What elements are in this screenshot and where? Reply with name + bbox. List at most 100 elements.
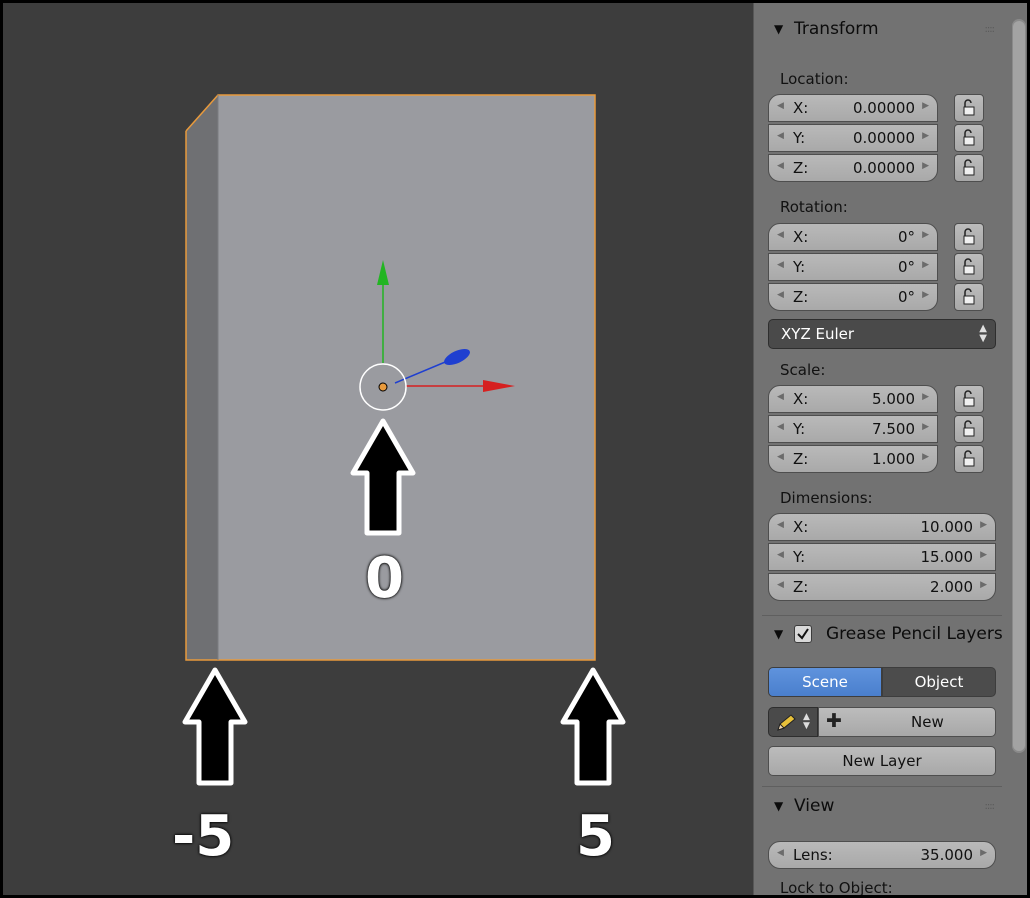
- scale-x-value: 5.000: [872, 390, 915, 408]
- right-arrow-icon[interactable]: ▶: [922, 101, 929, 111]
- right-arrow-icon[interactable]: ▶: [922, 161, 929, 171]
- left-arrow-icon[interactable]: ◀: [777, 550, 784, 560]
- location-x-value: 0.00000: [852, 99, 915, 117]
- grip-icon[interactable]: ::::: [985, 801, 996, 812]
- left-arrow-icon[interactable]: ◀: [777, 101, 784, 111]
- origin-dot: [378, 382, 388, 392]
- rotation-x-axis: X:: [793, 228, 809, 246]
- right-arrow-icon[interactable]: ▶: [922, 290, 929, 300]
- dimensions-z-axis: Z:: [793, 578, 809, 596]
- rotation-z-axis: Z:: [793, 288, 809, 306]
- right-arrow-icon[interactable]: ▶: [922, 131, 929, 141]
- location-y-value: 0.00000: [852, 129, 915, 147]
- scale-x-axis: X:: [793, 390, 809, 408]
- left-arrow-icon[interactable]: ◀: [777, 131, 784, 141]
- annotation-arrow-left: [182, 667, 248, 786]
- lock-location-y-button[interactable]: [954, 124, 984, 152]
- triangle-down-icon: ▼: [774, 22, 784, 36]
- new-grease-pencil-button[interactable]: New: [818, 707, 996, 737]
- lock-icon: [963, 228, 975, 245]
- lock-icon: [963, 390, 975, 407]
- lock-location-z-button[interactable]: [954, 154, 984, 182]
- grease-pencil-title: Grease Pencil Layers: [826, 624, 1003, 644]
- rotation-mode-value: XYZ Euler: [781, 325, 855, 343]
- location-z-field[interactable]: ◀ Z: 0.00000 ▶: [768, 154, 938, 182]
- dimensions-y-value: 15.000: [920, 548, 974, 566]
- left-arrow-icon[interactable]: ◀: [777, 848, 784, 858]
- rotation-z-field[interactable]: ◀ Z: 0° ▶: [768, 283, 938, 311]
- rotation-x-field[interactable]: ◀ X: 0° ▶: [768, 223, 938, 251]
- right-arrow-icon[interactable]: ▶: [980, 580, 987, 590]
- lens-value: 35.000: [920, 846, 974, 864]
- lock-scale-x-button[interactable]: [954, 385, 984, 413]
- lock-rotation-z-button[interactable]: [954, 283, 984, 311]
- right-arrow-icon[interactable]: ▶: [922, 230, 929, 240]
- scale-z-field[interactable]: ◀ Z: 1.000 ▶: [768, 445, 938, 473]
- 3d-viewport[interactable]: 0 -5 5: [3, 3, 753, 898]
- dimensions-x-value: 10.000: [920, 518, 974, 536]
- lock-rotation-y-button[interactable]: [954, 253, 984, 281]
- transform-panel-header[interactable]: ▼ Transform ::::: [754, 15, 1004, 45]
- lock-icon: [963, 288, 975, 305]
- left-arrow-icon[interactable]: ◀: [777, 422, 784, 432]
- lens-field[interactable]: ◀ Lens: 35.000 ▶: [768, 841, 996, 869]
- right-arrow-icon[interactable]: ▶: [922, 422, 929, 432]
- location-z-value: 0.00000: [852, 159, 915, 177]
- new-button-label: New: [911, 713, 944, 731]
- grease-pencil-panel-header[interactable]: ▼ Grease Pencil Layers: [754, 620, 1004, 650]
- scale-z-value: 1.000: [872, 450, 915, 468]
- plus-icon: ✚: [826, 710, 842, 732]
- left-arrow-icon[interactable]: ◀: [777, 392, 784, 402]
- right-arrow-icon[interactable]: ▶: [980, 520, 987, 530]
- right-arrow-icon[interactable]: ▶: [922, 392, 929, 402]
- lock-rotation-x-button[interactable]: [954, 223, 984, 251]
- viewport-canvas[interactable]: [3, 3, 753, 898]
- right-arrow-icon[interactable]: ▶: [980, 848, 987, 858]
- view-title: View: [794, 796, 835, 816]
- tab-object[interactable]: Object: [882, 667, 996, 697]
- updown-chevron-icon: ▲ ▼: [979, 323, 987, 344]
- scale-label: Scale:: [780, 361, 826, 379]
- left-arrow-icon[interactable]: ◀: [777, 260, 784, 270]
- left-arrow-icon[interactable]: ◀: [777, 580, 784, 590]
- scale-x-field[interactable]: ◀ X: 5.000 ▶: [768, 385, 938, 413]
- tab-scene[interactable]: Scene: [768, 667, 882, 697]
- grip-icon[interactable]: ::::: [985, 24, 996, 35]
- right-arrow-icon[interactable]: ▶: [980, 550, 987, 560]
- rotation-mode-dropdown[interactable]: XYZ Euler ▲ ▼: [768, 319, 996, 349]
- scrollbar-thumb[interactable]: [1013, 21, 1025, 751]
- lock-icon: [963, 129, 975, 146]
- properties-side-panel: ▼ Transform :::: Location: ◀ X: 0.00000 …: [753, 3, 1027, 895]
- transform-title: Transform: [794, 19, 879, 39]
- left-arrow-icon[interactable]: ◀: [777, 290, 784, 300]
- lock-scale-z-button[interactable]: [954, 445, 984, 473]
- location-y-field[interactable]: ◀ Y: 0.00000 ▶: [768, 124, 938, 152]
- annotation-arrow-right: [560, 667, 626, 786]
- rotation-z-value: 0°: [897, 288, 915, 306]
- rotation-y-axis: Y:: [793, 258, 806, 276]
- location-z-axis: Z:: [793, 159, 809, 177]
- dimensions-y-field[interactable]: ◀ Y: 15.000 ▶: [768, 543, 996, 571]
- location-x-field[interactable]: ◀ X: 0.00000 ▶: [768, 94, 938, 122]
- left-arrow-icon[interactable]: ◀: [777, 520, 784, 530]
- right-arrow-icon[interactable]: ▶: [922, 260, 929, 270]
- annotation-label-center: 0: [365, 546, 404, 611]
- object-side-face[interactable]: [186, 95, 218, 660]
- lock-location-x-button[interactable]: [954, 94, 984, 122]
- left-arrow-icon[interactable]: ◀: [777, 230, 784, 240]
- right-arrow-icon[interactable]: ▶: [922, 452, 929, 462]
- left-arrow-icon[interactable]: ◀: [777, 452, 784, 462]
- view-panel-header[interactable]: ▼ View ::::: [754, 792, 1004, 822]
- left-arrow-icon[interactable]: ◀: [777, 161, 784, 171]
- lock-scale-y-button[interactable]: [954, 415, 984, 443]
- scale-y-field[interactable]: ◀ Y: 7.500 ▶: [768, 415, 938, 443]
- dimensions-z-field[interactable]: ◀ Z: 2.000 ▶: [768, 573, 996, 601]
- new-layer-button[interactable]: New Layer: [768, 746, 996, 776]
- grease-pencil-enable-checkbox[interactable]: [794, 625, 812, 643]
- lock-icon: [963, 159, 975, 176]
- grease-pencil-datablock-selector[interactable]: ▲ ▼: [768, 707, 818, 737]
- dimensions-label: Dimensions:: [780, 489, 873, 507]
- rotation-y-field[interactable]: ◀ Y: 0° ▶: [768, 253, 938, 281]
- dimensions-x-field[interactable]: ◀ X: 10.000 ▶: [768, 513, 996, 541]
- lock-icon: [963, 420, 975, 437]
